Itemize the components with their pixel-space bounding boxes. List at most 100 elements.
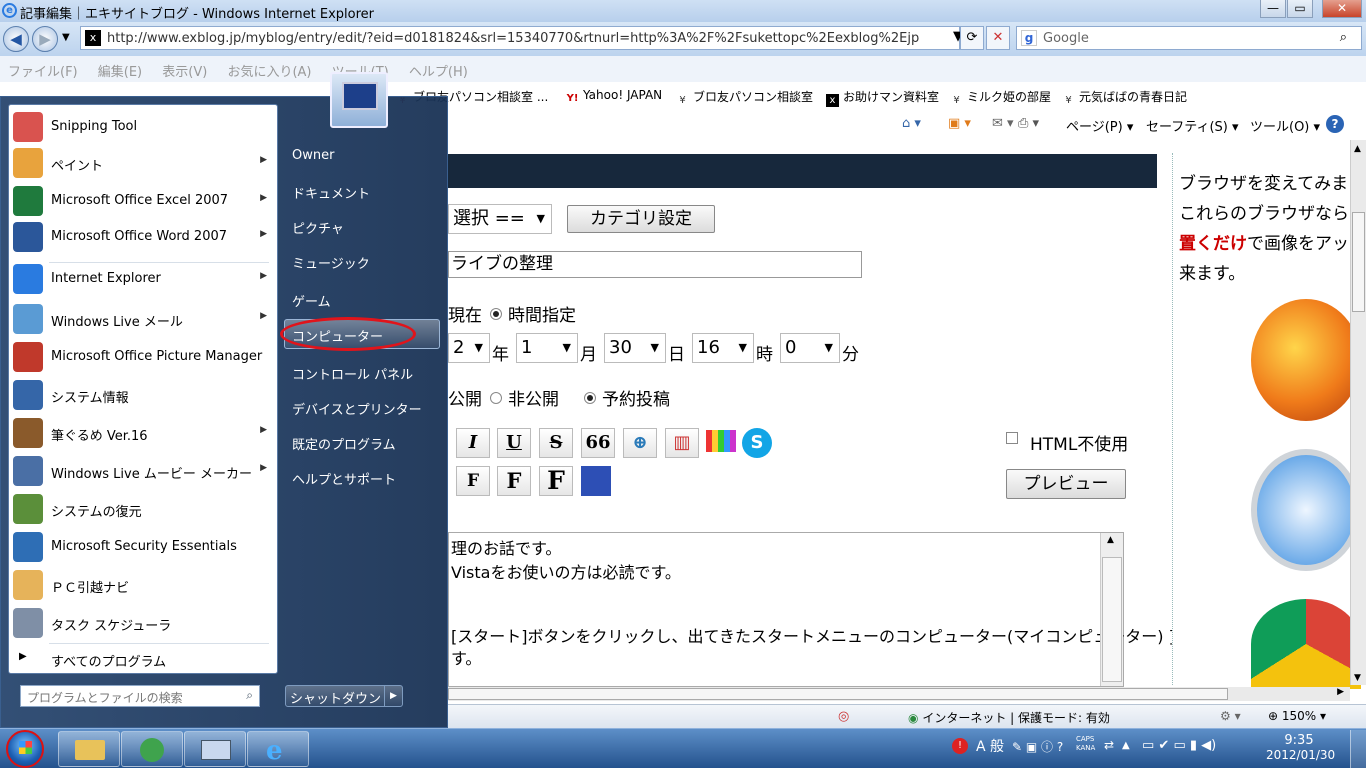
start-menu-item[interactable]: Windows Live メール ▶ [9,301,277,337]
fav-item-2[interactable]: ¥ ブロ友パソコン相談室 [676,88,813,107]
start-right-pictures[interactable]: ピクチャ [292,218,344,237]
start-right-games[interactable]: ゲーム [292,291,331,310]
category-settings-button[interactable]: カテゴリ設定 [567,205,715,233]
start-right-devices[interactable]: デバイスとプリンター [292,399,422,418]
scroll-right-icon[interactable]: ▶ [1337,687,1344,697]
close-button[interactable]: ✕ [1322,0,1362,18]
hscroll-thumb[interactable] [448,688,1228,700]
submenu-arrow-icon[interactable]: ▶ [260,425,267,435]
font-small-button[interactable]: F [456,466,490,496]
submenu-arrow-icon[interactable]: ▶ [260,155,267,165]
start-right-documents[interactable]: ドキュメント [292,183,370,202]
color-palette-icon[interactable] [706,430,736,452]
menu-edit[interactable]: 編集(E) [98,65,142,80]
back-button[interactable]: ◀ [3,26,29,52]
start-menu-item[interactable]: Snipping Tool [9,109,277,145]
start-menu-item[interactable]: Windows Live ムービー メーカー ▶ [9,453,277,489]
start-menu-item[interactable]: Internet Explorer ▶ [9,261,277,297]
submenu-arrow-icon[interactable]: ▶ [260,193,267,203]
fav-item-3[interactable]: x お助けマン資料室 [826,88,939,107]
taskbar-explorer[interactable] [58,731,120,767]
refresh-icon[interactable]: ⟳ [960,26,984,50]
start-menu-item[interactable]: タスク スケジューラ [9,605,277,641]
scroll-thumb[interactable] [1102,557,1122,682]
print-icon[interactable]: ⎙ ▾ [1018,116,1039,131]
safety-menu[interactable]: セーフティ(S) ▾ [1146,116,1239,135]
start-menu-item[interactable]: システムの復元 [9,491,277,527]
taskbar-ie[interactable]: e [247,731,309,767]
ime-indicator[interactable]: A 般 [976,736,1004,756]
start-right-music[interactable]: ミュージック [292,253,370,272]
start-menu-item[interactable]: 筆ぐるめ Ver.16 ▶ [9,415,277,451]
category-select[interactable]: 選択 == ▼ [448,204,552,234]
visibility-private-radio[interactable]: 非公開 [490,385,559,410]
link-icon[interactable]: ⊕ [623,428,657,458]
submenu-arrow-icon[interactable]: ▶ [260,311,267,321]
page-menu[interactable]: ページ(P) ▾ [1066,116,1133,135]
start-menu-item[interactable]: Microsoft Security Essentials [9,529,277,565]
tray-app-icon[interactable]: ! [952,738,968,754]
font-large-button[interactable]: F [539,466,573,496]
scroll-up-icon[interactable]: ▲ [1107,535,1114,545]
start-menu-item[interactable]: ＰＣ引越ナビ [9,567,277,603]
page-hscrollbar[interactable]: ▶ [448,687,1350,701]
map-icon[interactable] [581,466,611,496]
fav-item-yahoo[interactable]: Y! Yahoo! JAPAN [566,88,663,105]
user-picture[interactable] [330,72,388,128]
tray-ime-icons[interactable]: ✎ ▣ ⓘ ? [1012,738,1063,755]
tools-menu[interactable]: ツール(O) ▾ [1250,116,1320,135]
zoom-level[interactable]: ⊕ 150% ▾ [1268,709,1326,723]
fav-item-4[interactable]: ¥ ミルク姫の部屋 [950,88,1051,107]
minimize-button[interactable]: — [1260,0,1286,18]
underline-button[interactable]: U [497,428,531,458]
quote-button[interactable]: 66 [581,428,615,458]
stop-icon[interactable]: ✕ [986,26,1010,50]
submenu-arrow-icon[interactable]: ▶ [260,271,267,281]
search-box[interactable]: g Google ⌕ [1016,26,1362,50]
ime-options-icon[interactable]: ⇄ [1104,738,1114,752]
tray-system-icons[interactable]: ▭ ✔ ▭ ▮ ◀) [1142,738,1216,753]
maximize-button[interactable]: ▭ [1287,0,1313,18]
minute-select[interactable]: 0 ▼ [780,333,840,363]
forward-button[interactable]: ▶ [32,26,58,52]
show-hidden-icons[interactable]: ▲ [1122,740,1130,751]
font-medium-button[interactable]: F [497,466,531,496]
scroll-down-icon[interactable]: ▼ [1354,673,1361,683]
hour-select[interactable]: 16 ▼ [692,333,754,363]
address-bar[interactable]: x http://www.exblog.jp/myblog/entry/edit… [80,26,960,50]
clock[interactable]: 9:35 2012/01/30 [1266,733,1335,762]
search-placeholder[interactable]: Google [1043,31,1089,46]
italic-button[interactable]: I [456,428,490,458]
start-menu-item[interactable]: システム情報 [9,377,277,413]
feeds-icon[interactable]: ▣ ▾ [948,116,971,131]
menu-file[interactable]: ファイル(F) [8,65,78,80]
strike-button[interactable]: S [539,428,573,458]
search-icon[interactable]: ⌕ [1340,30,1347,45]
start-menu-item[interactable]: Microsoft Office Picture Manager [9,339,277,375]
time-specified-radio[interactable]: 時間指定 [490,301,576,326]
address-url[interactable]: http://www.exblog.jp/myblog/entry/edit/?… [107,31,919,46]
scroll-up-icon[interactable]: ▲ [1354,144,1361,154]
start-menu-item[interactable]: Microsoft Office Word 2007 ▶ [9,219,277,255]
start-menu-item[interactable]: Microsoft Office Excel 2007 ▶ [9,183,277,219]
start-button[interactable] [6,730,44,768]
submenu-arrow-icon[interactable]: ▶ [260,229,267,239]
start-right-help[interactable]: ヘルプとサポート [292,469,396,488]
publish-now-label[interactable]: 現在 [448,301,482,326]
start-right-default-programs[interactable]: 既定のプログラム [292,434,396,453]
mail-icon[interactable]: ✉ ▾ [992,116,1014,131]
home-icon[interactable]: ⌂ ▾ [902,116,921,131]
shutdown-options-icon[interactable]: ▶ [384,686,402,706]
show-desktop-button[interactable] [1350,730,1366,768]
menu-favorites[interactable]: お気に入り(A) [227,65,311,80]
all-programs-button[interactable]: すべてのプログラム [51,651,166,670]
html-off-checkbox[interactable] [1006,432,1018,444]
day-select[interactable]: 30 ▼ [604,333,666,363]
visibility-public[interactable]: 公開 [448,385,482,410]
taskbar-messenger[interactable] [121,731,183,767]
protected-icon[interactable]: ⚙ ▾ [1220,709,1241,723]
help-icon[interactable]: ? [1326,115,1344,133]
menu-view[interactable]: 表示(V) [162,65,207,80]
taskbar-window[interactable] [184,731,246,767]
start-search-input[interactable]: プログラムとファイルの検索 ⌕ [20,685,260,707]
